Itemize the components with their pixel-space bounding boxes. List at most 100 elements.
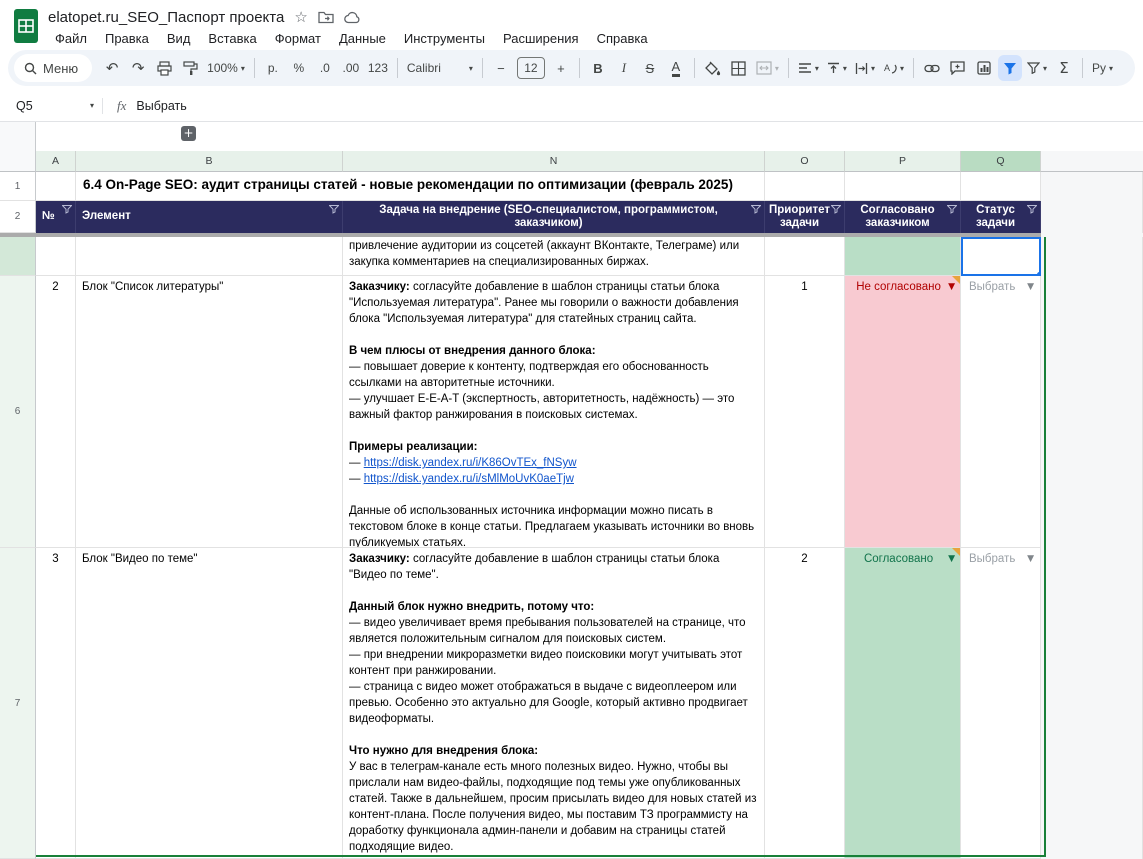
cell-O5[interactable] xyxy=(765,237,845,276)
filter-icon[interactable] xyxy=(329,205,339,214)
cell-A1[interactable] xyxy=(36,172,76,201)
filter-views-button[interactable]: ▾ xyxy=(1024,55,1050,81)
cell-B5[interactable] xyxy=(76,237,343,276)
approved-dropdown[interactable]: Согласовано▼ xyxy=(845,548,960,567)
approved-dropdown[interactable]: Не согласовано▼ xyxy=(845,276,960,295)
menu-help[interactable]: Справка xyxy=(590,30,655,47)
cell-O1[interactable] xyxy=(765,172,845,201)
row-header-6[interactable]: 6 xyxy=(0,276,36,548)
zoom-select[interactable]: 100%▾ xyxy=(204,55,248,81)
text-rotation-button[interactable]: A ▾ xyxy=(880,55,907,81)
font-select[interactable]: Calibri▾ xyxy=(404,55,476,81)
menu-extensions[interactable]: Расширения xyxy=(496,30,586,47)
row-header-1[interactable]: 1 xyxy=(0,172,36,201)
yandex-disk-link[interactable]: https://disk.yandex.ru/i/sMlMoUvK0aeTjw xyxy=(364,473,574,485)
italic-button[interactable]: I xyxy=(612,55,636,81)
insert-comment-button[interactable] xyxy=(946,55,970,81)
col-header-P[interactable]: P xyxy=(845,151,961,172)
filter-icon[interactable] xyxy=(1027,205,1037,214)
font-size-increase-button[interactable]: + xyxy=(549,55,573,81)
col-header-Q[interactable]: Q xyxy=(961,151,1041,172)
cell-status[interactable]: Выбрать▼ xyxy=(961,548,1041,859)
print-button[interactable] xyxy=(152,55,176,81)
col-header-O[interactable]: O xyxy=(765,151,845,172)
cell-no[interactable]: 3 xyxy=(36,548,76,859)
move-folder-icon[interactable] xyxy=(318,10,334,24)
cell-no[interactable]: 2 xyxy=(36,276,76,548)
cell-priority[interactable]: 1 xyxy=(765,276,845,548)
header-cell-task[interactable]: Задача на внедрение (SEO-специалистом, п… xyxy=(343,201,765,233)
expand-columns-button[interactable]: + xyxy=(181,126,196,141)
cell-element[interactable]: Блок "Видео по теме" xyxy=(76,548,343,859)
undo-button[interactable]: ↶ xyxy=(100,55,124,81)
header-cell-approved[interactable]: Согласовано заказчиком xyxy=(845,201,961,233)
insert-chart-button[interactable] xyxy=(972,55,996,81)
col-header-B[interactable]: B xyxy=(76,151,343,172)
cell-task[interactable]: Заказчику: согласуйте добавление в шабло… xyxy=(343,276,765,548)
cell-Q5-selected[interactable] xyxy=(961,237,1041,276)
menu-format[interactable]: Формат xyxy=(268,30,328,47)
percent-format-button[interactable]: % xyxy=(287,55,311,81)
row-header-5[interactable] xyxy=(0,237,36,276)
menu-edit[interactable]: Правка xyxy=(98,30,156,47)
status-dropdown[interactable]: Выбрать▼ xyxy=(961,548,1040,567)
vertical-align-button[interactable]: ▾ xyxy=(824,55,850,81)
col-header-N[interactable]: N xyxy=(343,151,765,172)
header-cell-element[interactable]: Элемент xyxy=(76,201,343,233)
horizontal-align-button[interactable]: ▾ xyxy=(795,55,822,81)
filter-icon[interactable] xyxy=(947,205,957,214)
filter-button[interactable] xyxy=(998,55,1022,81)
cell-P1[interactable] xyxy=(845,172,961,201)
filter-icon[interactable] xyxy=(62,205,72,214)
cell-Q1[interactable] xyxy=(961,172,1041,201)
status-dropdown[interactable]: Выбрать▼ xyxy=(961,276,1040,295)
cell-P5[interactable] xyxy=(845,237,961,276)
cell-approved[interactable]: Не согласовано▼ xyxy=(845,276,961,548)
increase-decimal-button[interactable]: .00 xyxy=(339,55,363,81)
row-header-2[interactable]: 2 xyxy=(0,201,36,233)
cell-element[interactable]: Блок "Список литературы" xyxy=(76,276,343,548)
document-title[interactable]: elatopet.ru_SEO_Паспорт проекта xyxy=(48,9,284,26)
number-format-button[interactable]: 123 xyxy=(365,55,391,81)
star-icon[interactable]: ☆ xyxy=(294,8,307,26)
cloud-status-icon[interactable] xyxy=(344,11,361,24)
borders-button[interactable] xyxy=(727,55,751,81)
menu-tools[interactable]: Инструменты xyxy=(397,30,492,47)
text-wrap-button[interactable]: ▾ xyxy=(852,55,878,81)
strikethrough-button[interactable]: S xyxy=(638,55,662,81)
text-color-button[interactable]: A xyxy=(672,60,681,77)
chevron-down-icon[interactable]: ▼ xyxy=(1027,279,1034,295)
fill-handle[interactable] xyxy=(1036,271,1041,276)
select-all-corner[interactable] xyxy=(0,151,36,172)
filter-icon[interactable] xyxy=(831,205,841,214)
formula-input[interactable]: Выбрать xyxy=(136,99,186,113)
decrease-decimal-button[interactable]: .0 xyxy=(313,55,337,81)
toolbar-search[interactable]: Меню xyxy=(14,54,92,82)
header-cell-status[interactable]: Статус задачи xyxy=(961,201,1041,233)
font-size-input[interactable]: 12 xyxy=(517,57,545,79)
row-header-7[interactable]: 7 xyxy=(0,548,36,859)
cell-A5[interactable] xyxy=(36,237,76,276)
chevron-down-icon[interactable]: ▼ xyxy=(1027,551,1034,567)
filter-icon[interactable] xyxy=(751,205,761,214)
yandex-disk-link[interactable]: https://disk.yandex.ru/i/K86OvTEx_fNSyw xyxy=(364,457,577,469)
redo-button[interactable]: ↷ xyxy=(126,55,150,81)
menu-data[interactable]: Данные xyxy=(332,30,393,47)
cell-task[interactable]: Заказчику: согласуйте добавление в шабло… xyxy=(343,548,765,859)
menu-insert[interactable]: Вставка xyxy=(201,30,263,47)
input-tools-button[interactable]: Ру▾ xyxy=(1089,55,1116,81)
insert-link-button[interactable] xyxy=(920,55,944,81)
header-cell-no[interactable]: № xyxy=(36,201,76,233)
cell-priority[interactable]: 2 xyxy=(765,548,845,859)
cell-approved[interactable]: Согласовано▼ xyxy=(845,548,961,859)
functions-button[interactable]: Σ xyxy=(1052,55,1076,81)
currency-format-button[interactable]: р. xyxy=(261,55,285,81)
header-cell-priority[interactable]: Приоритет задачи xyxy=(765,201,845,233)
name-box[interactable]: Q5▾ xyxy=(0,99,102,113)
cell-N5[interactable]: привлечение аудитории из соцсетей (аккау… xyxy=(343,237,765,276)
fill-color-button[interactable] xyxy=(701,55,725,81)
font-size-decrease-button[interactable]: − xyxy=(489,55,513,81)
cell-status[interactable]: Выбрать▼ xyxy=(961,276,1041,548)
bold-button[interactable]: B xyxy=(586,55,610,81)
paint-format-button[interactable] xyxy=(178,55,202,81)
